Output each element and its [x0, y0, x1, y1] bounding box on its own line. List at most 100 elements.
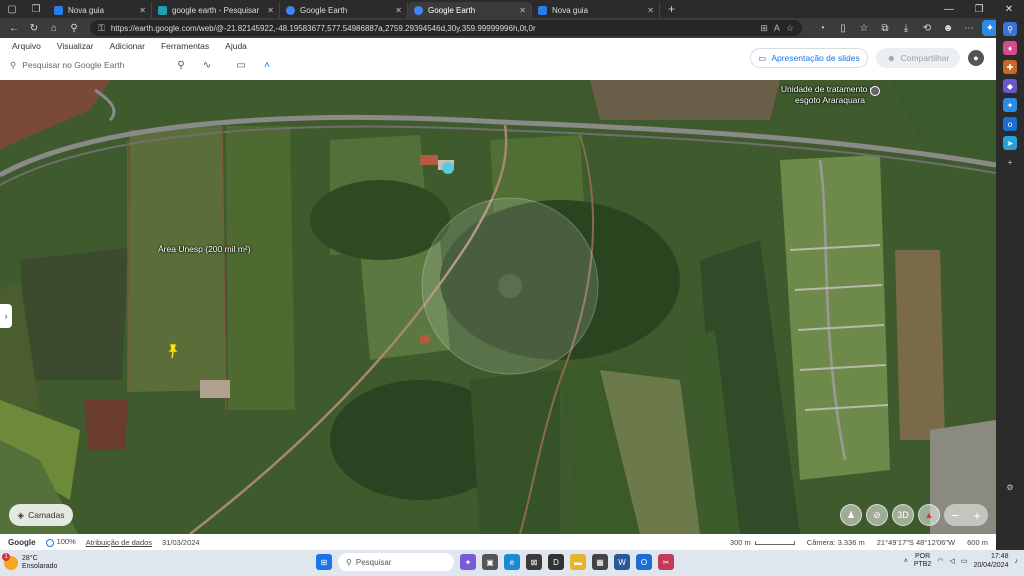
outlook-icon[interactable]: o	[1003, 117, 1017, 131]
browser-tab[interactable]: Nova guia ✕	[48, 2, 152, 18]
tab-favicon-icon	[286, 5, 295, 15]
taskbar-search-box[interactable]: ⚲ Pesquisar	[338, 553, 454, 571]
shopping-icon[interactable]: ♦	[1003, 41, 1017, 55]
zoom-level-text: 100%	[56, 537, 76, 547]
measure-ruler-icon[interactable]: ▭	[232, 60, 250, 71]
history-icon[interactable]: ⟲	[919, 20, 935, 36]
place-label-sewage-plant[interactable]: Unidade de tratamento de esgoto Araraqua…	[780, 84, 880, 106]
downloads-icon[interactable]: ⤓	[898, 20, 914, 36]
edge-icon[interactable]: e	[504, 554, 520, 570]
task-view-icon[interactable]: ▣	[482, 554, 498, 570]
layers-button[interactable]: ◈ Camadas	[9, 504, 73, 526]
apps-icon[interactable]: ⊞	[760, 23, 768, 34]
panel-toggle-chevron-icon[interactable]: ›	[0, 304, 12, 328]
menu-view[interactable]: Visualizar	[57, 41, 94, 51]
address-bar[interactable]: ⚿ https://earth.google.com/web/@-21.8214…	[90, 20, 802, 36]
maximize-icon[interactable]: ❐	[964, 4, 994, 15]
browser-tab[interactable]: google earth - Pesquisar ✕	[152, 2, 280, 18]
site-info-icon[interactable]: ⚿	[98, 23, 105, 34]
street-view-pegman-icon[interactable]: ♟	[840, 504, 862, 526]
place-marker-icon[interactable]	[870, 86, 880, 96]
earth-search-input[interactable]: ⚲ Pesquisar no Google Earth	[4, 56, 164, 74]
telegram-icon[interactable]: ➤	[1003, 136, 1017, 150]
volume-icon[interactable]: ◁	[949, 557, 954, 565]
browser-tab[interactable]: Google Earth ✕	[280, 2, 408, 18]
favorite-star-icon[interactable]: ☆	[786, 23, 794, 34]
file-explorer-icon[interactable]: ▬	[570, 554, 586, 570]
copilot-icon[interactable]: ✦	[460, 554, 476, 570]
split-screen-icon[interactable]: ▯	[835, 20, 851, 36]
games-icon[interactable]: ◆	[1003, 79, 1017, 93]
workspaces-icon[interactable]: ▢	[0, 0, 24, 18]
satellite-map[interactable]: Área Unesp (200 mil m²) Unidade de trata…	[0, 80, 996, 534]
outlook-icon[interactable]: O	[636, 554, 652, 570]
toggle-3d-button[interactable]: 3D	[892, 504, 914, 526]
windows-start-icon[interactable]: ⊞	[316, 554, 332, 570]
read-aloud-icon[interactable]: A	[774, 23, 780, 33]
close-tab-icon[interactable]: ✕	[267, 6, 274, 15]
collections-icon[interactable]: ⧉	[877, 20, 893, 36]
word-icon[interactable]: W	[614, 554, 630, 570]
location-off-icon[interactable]: ⊘	[866, 504, 888, 526]
slideshow-button[interactable]: ▭ Apresentação de slides	[750, 48, 868, 68]
add-placemark-icon[interactable]: ⚲	[172, 60, 190, 71]
tab-favicon-icon	[54, 5, 63, 15]
favorites-icon[interactable]: ☆	[856, 20, 872, 36]
menu-help[interactable]: Ajuda	[225, 41, 247, 51]
tab-favicon-icon	[158, 5, 167, 15]
menu-add[interactable]: Adicionar	[110, 41, 145, 51]
placemark-pin-icon[interactable]	[166, 343, 180, 359]
wifi-icon[interactable]: ◠	[937, 557, 943, 565]
scale-indicator: 300 m	[730, 538, 795, 547]
tools-icon[interactable]: ✚	[1003, 60, 1017, 74]
copilot-icon[interactable]: ✦	[1003, 98, 1017, 112]
search-icon[interactable]: ⚲	[1003, 22, 1017, 36]
language-code: POR	[914, 553, 931, 560]
zoom-controls: − +	[944, 504, 988, 526]
new-tab-button[interactable]: +	[660, 2, 683, 16]
menu-file[interactable]: Arquivo	[12, 41, 41, 51]
account-avatar-icon[interactable]: ●	[968, 50, 984, 66]
close-tab-icon[interactable]: ✕	[519, 6, 526, 15]
dell-icon[interactable]: D	[548, 554, 564, 570]
data-attribution-link[interactable]: Atribuição de dados	[86, 538, 152, 547]
tab-actions-icon[interactable]: ❐	[24, 0, 48, 18]
place-label-unesp[interactable]: Área Unesp (200 mil m²)	[158, 244, 251, 255]
refresh-icon[interactable]: ↻	[26, 20, 42, 36]
profile-icon[interactable]: ☻	[940, 20, 956, 36]
compass-icon[interactable]: ▲	[918, 504, 940, 526]
back-icon[interactable]: ←	[6, 20, 22, 36]
browser-tab[interactable]: Nova guia ✕	[532, 2, 660, 18]
close-tab-icon[interactable]: ✕	[139, 6, 146, 15]
minimize-icon[interactable]: —	[934, 4, 964, 15]
earth-status-bar: Google 100% Atribuição de dados 31/03/20…	[0, 534, 996, 550]
store-icon[interactable]: ⊠	[526, 554, 542, 570]
settings-icon[interactable]: ⚙	[1003, 480, 1017, 494]
zoom-out-icon[interactable]: −	[951, 508, 959, 523]
menu-tools[interactable]: Ferramentas	[161, 41, 209, 51]
close-window-icon[interactable]: ✕	[994, 4, 1024, 15]
zoom-in-icon[interactable]: +	[973, 508, 981, 523]
close-tab-icon[interactable]: ✕	[395, 6, 402, 15]
edge-sidebar: ⚲ ♦ ✚ ◆ ✦ o ➤ + ⚙	[996, 18, 1024, 550]
scale-text: 300 m	[729, 537, 751, 547]
menu-dots-icon[interactable]: ⋯	[961, 20, 977, 36]
extension-icon[interactable]: ◔	[814, 20, 830, 36]
search-icon[interactable]: ⚲	[66, 20, 82, 36]
weather-widget[interactable]: 1 28°C Ensolarado	[0, 553, 140, 571]
clock[interactable]: 17:48 20/04/2024	[973, 552, 1008, 570]
browser-tab-active[interactable]: Google Earth ✕	[408, 2, 532, 18]
notifications-bell-icon[interactable]: ♪	[1015, 558, 1019, 565]
battery-icon[interactable]: ▭	[961, 557, 968, 565]
tray-chevron-icon[interactable]: ˄	[904, 558, 908, 565]
weather-temperature: 28°C	[22, 555, 38, 562]
calculator-icon[interactable]: ▦	[592, 554, 608, 570]
snipping-tool-icon[interactable]: ✂	[658, 554, 674, 570]
language-indicator[interactable]: POR PTB2	[914, 553, 932, 569]
home-icon[interactable]: ⌂	[46, 20, 62, 36]
close-tab-icon[interactable]: ✕	[647, 6, 654, 15]
draw-path-icon[interactable]: ∿	[198, 60, 216, 71]
chevron-up-icon[interactable]: ˄	[258, 60, 276, 71]
share-button[interactable]: ☻ Compartilhar	[876, 48, 960, 68]
add-sidebar-icon[interactable]: +	[1003, 155, 1017, 169]
